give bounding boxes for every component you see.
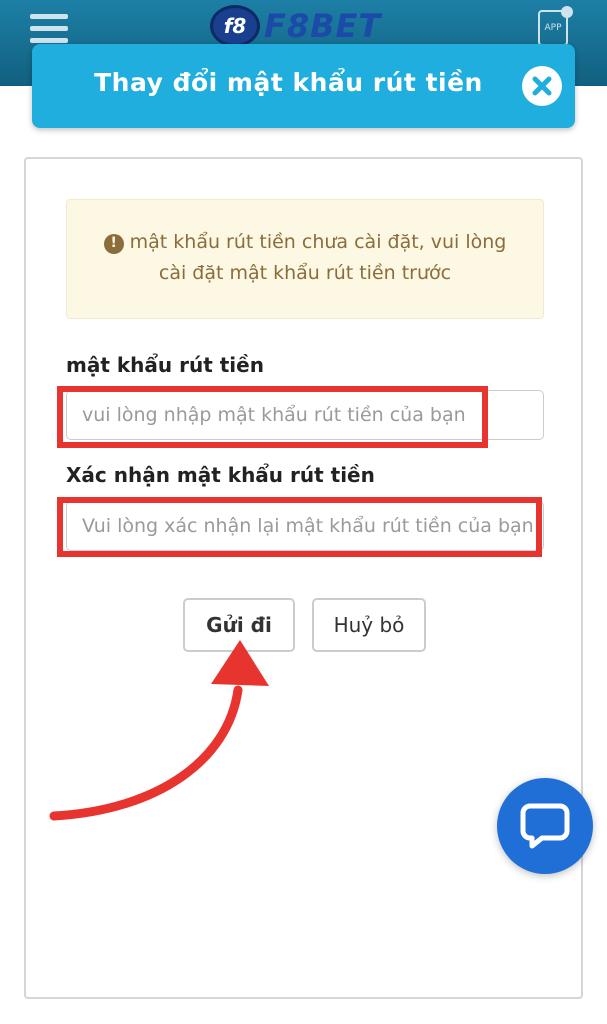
brand-logo[interactable]: f8 F8BET — [210, 4, 381, 48]
confirm-password-input[interactable] — [66, 501, 544, 551]
cancel-button[interactable]: Huỷ bỏ — [312, 598, 426, 652]
logo-badge: f8 — [210, 5, 260, 47]
chat-icon[interactable] — [497, 778, 593, 874]
confirm-password-label: Xác nhận mật khẩu rút tiền — [66, 463, 375, 487]
modal-body: ! mật khẩu rút tiền chưa cài đặt, vui lòn… — [24, 157, 583, 999]
arrow-annotation — [49, 640, 269, 821]
password-label: mật khẩu rút tiền — [66, 353, 264, 377]
withdraw-password-input[interactable] — [66, 390, 544, 440]
alert-icon: ! — [103, 233, 124, 254]
modal-header: Thay đổi mật khẩu rút tiền — [32, 44, 575, 128]
alert-text-1: mật khẩu rút tiền chưa cài đặt, vui lòng — [129, 231, 507, 253]
alert-line-2: cài đặt mật khẩu rút tiền trước — [158, 262, 452, 284]
app-label: APP — [544, 23, 562, 33]
alert-line-1: ! mật khẩu rút tiền chưa cài đặt, vui lòn… — [67, 227, 543, 258]
menu-icon[interactable] — [30, 14, 68, 46]
close-icon[interactable] — [522, 66, 562, 106]
logo-text: F8BET — [264, 7, 382, 45]
notification-dot — [561, 6, 573, 18]
warning-alert: ! mật khẩu rút tiền chưa cài đặt, vui lòn… — [66, 199, 544, 319]
modal-title: Thay đổi mật khẩu rút tiền — [94, 68, 483, 97]
